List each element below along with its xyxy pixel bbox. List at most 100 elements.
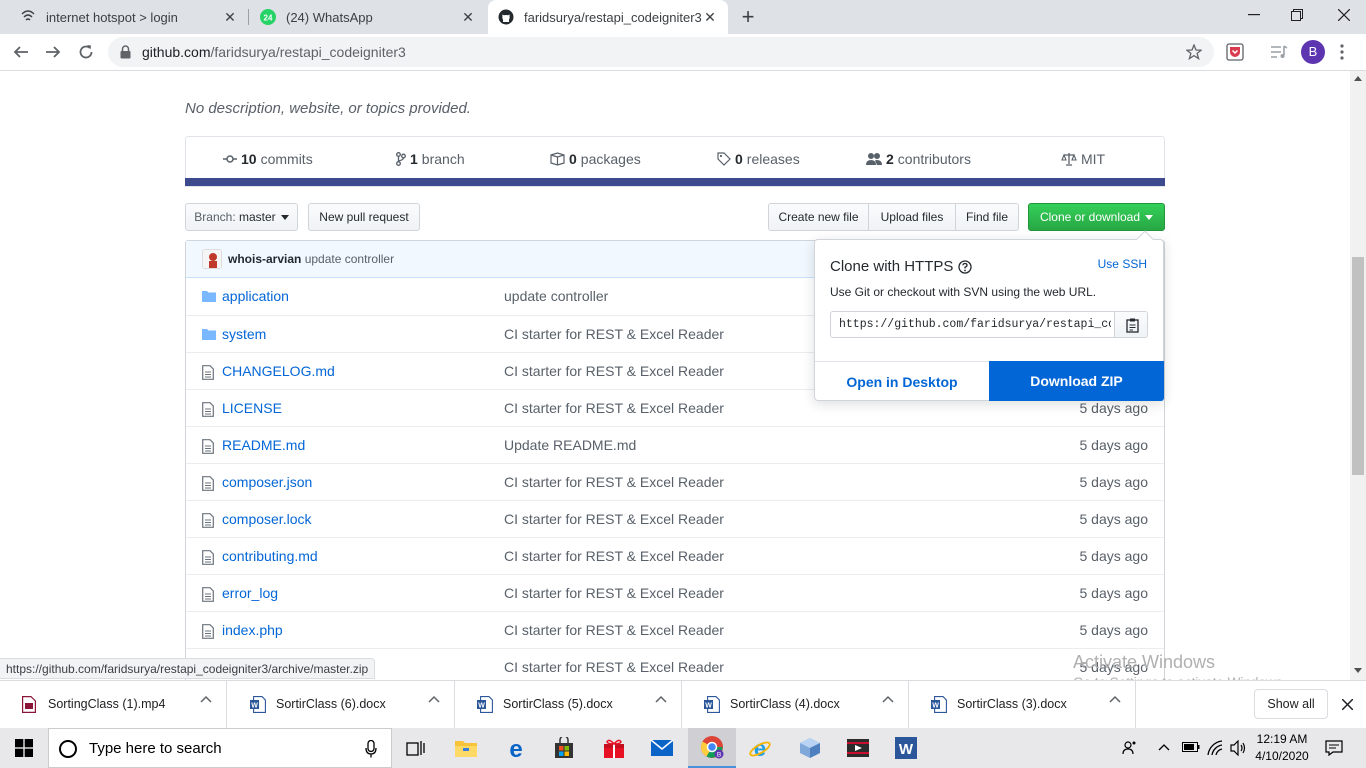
table-row[interactable]: contributing.md CI starter for REST & Exc… [186, 537, 1164, 574]
stat-releases[interactable]: 0 releases [717, 151, 800, 167]
tab-close-icon[interactable]: ✕ [702, 9, 718, 25]
volume-icon[interactable] [1230, 740, 1246, 756]
profile-avatar[interactable]: B [1301, 40, 1325, 64]
new-pull-request-button[interactable]: New pull request [308, 203, 420, 231]
wifi-icon[interactable] [1206, 739, 1224, 755]
taskbar-file-explorer[interactable] [442, 728, 490, 768]
address-bar[interactable]: github.com/faridsurya/restapi_codeignite… [108, 37, 1214, 67]
table-row[interactable]: index.php CI starter for REST & Excel Rea… [186, 611, 1164, 648]
lock-icon[interactable] [120, 45, 131, 59]
tab-close-icon[interactable]: ✕ [460, 9, 476, 25]
tab-close-icon[interactable]: ✕ [222, 9, 238, 25]
file-name-link[interactable]: composer.lock [222, 511, 311, 527]
reload-icon[interactable] [78, 44, 94, 60]
download-item[interactable]: W SortirClass (3).docx [909, 681, 1136, 729]
microphone-icon[interactable] [365, 740, 377, 758]
commit-message-link[interactable]: CI starter for REST & Excel Reader [504, 622, 724, 638]
taskbar-gift-app[interactable] [590, 728, 638, 768]
taskbar-word[interactable]: W [882, 728, 930, 768]
restore-icon[interactable] [1291, 9, 1303, 21]
taskbar-mail[interactable] [638, 728, 686, 768]
stat-license[interactable]: MIT [1061, 151, 1105, 167]
copy-url-button[interactable] [1114, 312, 1147, 337]
taskbar-chrome[interactable]: B [688, 728, 736, 768]
taskbar-edge[interactable]: e [492, 728, 540, 768]
download-item[interactable]: W SortirClass (5).docx [455, 681, 682, 729]
browser-menu-icon[interactable] [1340, 44, 1344, 60]
download-options-icon[interactable] [1109, 695, 1121, 703]
tab-whatsapp[interactable]: 24 (24) WhatsApp ✕ [248, 0, 486, 34]
commit-message-link[interactable]: CI starter for REST & Excel Reader [504, 511, 724, 527]
commit-message-link[interactable]: CI starter for REST & Excel Reader [504, 363, 724, 379]
stat-contributors[interactable]: 2 contributors [866, 151, 971, 167]
avatar[interactable] [202, 249, 222, 269]
clone-or-download-button[interactable]: Clone or download [1028, 203, 1165, 231]
table-row[interactable]: error_log CI starter for REST & Excel Rea… [186, 574, 1164, 611]
open-in-desktop-button[interactable]: Open in Desktop [815, 361, 989, 401]
file-name-link[interactable]: application [222, 288, 289, 304]
forward-arrow-icon[interactable] [45, 44, 61, 60]
commit-message-link[interactable]: update controller [504, 288, 608, 304]
taskbar-store[interactable] [540, 728, 588, 768]
file-name-link[interactable]: error_log [222, 585, 278, 601]
taskbar-3d-app[interactable] [786, 728, 834, 768]
back-arrow-icon[interactable] [13, 44, 29, 60]
commit-author[interactable]: whois-arvian [228, 252, 301, 266]
scroll-down-icon[interactable] [1354, 668, 1362, 673]
scrollbar-thumb[interactable] [1352, 257, 1364, 475]
minimize-icon[interactable] [1248, 14, 1260, 16]
close-shelf-icon[interactable] [1342, 699, 1353, 710]
commit-message-link[interactable]: CI starter for REST & Excel Reader [504, 659, 724, 675]
commit-message-link[interactable]: CI starter for REST & Excel Reader [504, 474, 724, 490]
download-item[interactable]: SortingClass (1).mp4 [0, 681, 227, 729]
commit-message-link[interactable]: CI starter for REST & Excel Reader [504, 585, 724, 601]
stat-packages[interactable]: 0 packages [550, 151, 641, 167]
commit-message-link[interactable]: CI starter for REST & Excel Reader [504, 400, 724, 416]
url-text[interactable]: github.com/faridsurya/restapi_codeignite… [142, 44, 406, 60]
start-button[interactable] [0, 728, 48, 768]
commit-message[interactable]: update controller [305, 252, 394, 266]
tab-github-repo[interactable]: faridsurya/restapi_codeigniter3 ✕ [488, 0, 728, 34]
file-name-link[interactable]: CHANGELOG.md [222, 363, 335, 379]
file-name-link[interactable]: README.md [222, 437, 305, 453]
file-name-link[interactable]: system [222, 326, 266, 342]
clone-url-input[interactable]: https://github.com/faridsurya/restapi_co… [839, 318, 1111, 331]
download-options-icon[interactable] [200, 695, 212, 703]
table-row[interactable]: README.md Update README.md 5 days ago [186, 426, 1164, 463]
close-window-icon[interactable] [1338, 9, 1350, 21]
branch-select-button[interactable]: Branch: master [185, 203, 298, 231]
battery-icon[interactable] [1182, 742, 1200, 752]
table-row[interactable]: composer.lock CI starter for REST & Excel… [186, 500, 1164, 537]
download-item[interactable]: W SortirClass (4).docx [682, 681, 909, 729]
people-tray-icon[interactable] [1122, 740, 1138, 756]
page-scrollbar[interactable] [1350, 71, 1366, 680]
file-name-link[interactable]: composer.json [222, 474, 312, 490]
download-options-icon[interactable] [428, 695, 440, 703]
task-view-button[interactable] [392, 728, 440, 768]
scroll-up-icon[interactable] [1354, 76, 1362, 81]
file-name-link[interactable]: LICENSE [222, 400, 282, 416]
taskbar-internet-explorer[interactable]: e [736, 728, 784, 768]
bookmark-star-icon[interactable] [1186, 44, 1202, 60]
media-queue-icon[interactable] [1270, 44, 1288, 60]
file-name-link[interactable]: index.php [222, 622, 283, 638]
stat-branch[interactable]: 1 branch [396, 151, 465, 167]
find-file-button[interactable]: Find file [955, 203, 1019, 231]
use-ssh-link[interactable]: Use SSH [1098, 257, 1147, 271]
table-row[interactable]: composer.json CI starter for REST & Excel… [186, 463, 1164, 500]
stat-commits[interactable]: 10 commits [223, 151, 313, 167]
download-zip-button[interactable]: Download ZIP [989, 361, 1164, 401]
commit-message-link[interactable]: CI starter for REST & Excel Reader [504, 326, 724, 342]
tray-clock[interactable]: 12:19 AM 4/10/2020 [1252, 731, 1312, 765]
download-item[interactable]: W SortirClass (6).docx [228, 681, 455, 729]
extension-pocket-icon[interactable] [1226, 43, 1244, 61]
new-tab-button[interactable]: + [738, 6, 758, 28]
download-options-icon[interactable] [882, 695, 894, 703]
notifications-icon[interactable] [1325, 740, 1343, 756]
taskbar-search-box[interactable]: Type here to search [48, 728, 392, 768]
download-options-icon[interactable] [655, 695, 667, 703]
tab-hotspot-login[interactable]: internet hotspot > login ✕ [8, 0, 248, 34]
create-new-file-button[interactable]: Create new file [768, 203, 869, 231]
show-all-button[interactable]: Show all [1254, 689, 1328, 719]
commit-message-link[interactable]: CI starter for REST & Excel Reader [504, 548, 724, 564]
